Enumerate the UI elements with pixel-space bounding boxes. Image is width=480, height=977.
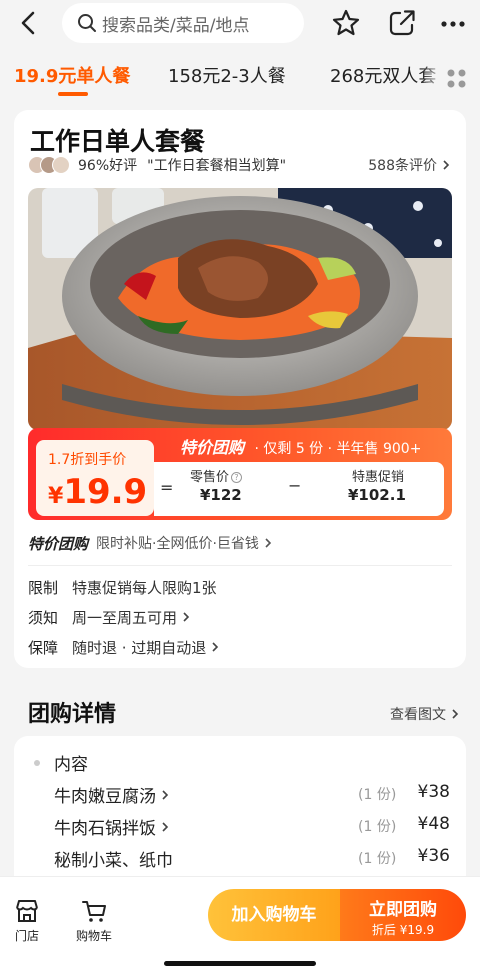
bullet-dot <box>34 759 40 766</box>
add-to-cart-button[interactable]: 加入购物车 <box>208 889 340 941</box>
retail-price: ¥122 <box>200 486 242 504</box>
chevron-right-icon <box>452 709 459 719</box>
info-value: 随时退 · 过期自动退 <box>72 638 207 657</box>
list-item[interactable]: 牛肉嫩豆腐汤 (1 份) ¥38 <box>54 782 450 807</box>
good-rate: 96%好评 <box>78 158 138 174</box>
review-quote: "工作日套餐相当划算" <box>147 158 287 174</box>
package-tabs: 19.9元单人餐 158元2-3人餐 268元双人套 <box>0 52 480 98</box>
chevron-right-icon <box>183 612 190 622</box>
buy-now-button[interactable]: 立即团购 折后 ¥19.9 <box>340 889 466 941</box>
chevron-right-icon <box>212 642 219 652</box>
deal-title: 工作日单人套餐 <box>30 127 206 156</box>
food-photo[interactable] <box>28 188 452 430</box>
tejia-brand: 特价团购 <box>28 534 89 553</box>
top-nav: 搜索品类/菜品/地点 <box>0 0 480 46</box>
store-label: 门店 <box>14 929 39 943</box>
list-item: 秘制小菜、纸巾 (1 份) ¥36 <box>54 846 450 871</box>
list-item[interactable]: 牛肉石锅拌饭 (1 份) ¥48 <box>54 814 450 839</box>
star-icon[interactable] <box>330 7 362 39</box>
search-placeholder: 搜索品类/菜品/地点 <box>102 15 250 36</box>
price-breakdown: = 零售价? ¥122 − 特惠促销 ¥102.1 <box>154 462 444 516</box>
info-value: 特惠促销每人限购1张 <box>72 578 217 597</box>
help-icon[interactable]: ? <box>231 472 243 483</box>
half-year-sales: 半年售 900+ <box>336 441 422 457</box>
more-dots-icon[interactable] <box>438 9 468 39</box>
item-price: ¥36 <box>417 846 450 866</box>
deal-card: 工作日单人套餐 96%好评 "工作日套餐相当划算" 588条评价 特价团购 · … <box>14 110 466 668</box>
promo-value: ¥102.1 <box>348 486 406 504</box>
banner-top: 特价团购 · 仅剩 5 份 · 半年售 900+ <box>180 434 421 458</box>
item-name-wrap: 牛肉石锅拌饭 <box>54 814 171 839</box>
buy-now-price: 折后 ¥19.9 <box>371 923 435 937</box>
details-card: 内容 牛肉嫩豆腐汤 (1 份) ¥38 牛肉石锅拌饭 (1 份) ¥48 秘制小… <box>14 736 466 896</box>
active-tab-indicator <box>58 92 88 96</box>
grid-icon[interactable] <box>446 68 468 90</box>
section-title-details: 团购详情 <box>28 702 117 727</box>
review-count: 588条评价 <box>368 158 437 174</box>
item-name: 牛肉嫩豆腐汤 <box>54 787 156 807</box>
final-price: ¥19.9 <box>48 472 147 512</box>
minus-sign: − <box>288 476 302 495</box>
cart-icon <box>82 901 106 922</box>
currency-symbol: ¥ <box>48 484 64 509</box>
store-button[interactable]: 门店 <box>10 897 44 944</box>
item-name: 牛肉石锅拌饭 <box>54 819 156 839</box>
divider <box>28 565 452 566</box>
view-pics-link[interactable]: 查看图文 <box>390 704 461 724</box>
buy-now-label: 立即团购 <box>369 900 437 920</box>
item-name-wrap: 牛肉嫩豆腐汤 <box>54 782 171 807</box>
equals-sign: = <box>160 478 174 497</box>
item-qty: (1 份) <box>358 787 397 803</box>
info-label: 限制 <box>28 578 59 597</box>
info-row-guarantee[interactable]: 保障 随时退 · 过期自动退 <box>28 636 221 658</box>
item-qty: (1 份) <box>358 819 397 835</box>
tejia-text: 限时补贴·全网低价·巨省钱 <box>96 533 274 553</box>
item-price: ¥38 <box>417 782 450 802</box>
item-price: ¥48 <box>417 814 450 834</box>
info-value-wrap: 随时退 · 过期自动退 <box>72 637 221 658</box>
tab-single-meal[interactable]: 19.9元单人餐 <box>14 62 130 88</box>
promo-label: 特惠促销 <box>352 470 405 485</box>
final-price-value: 19.9 <box>63 472 148 512</box>
share-icon[interactable] <box>386 7 418 39</box>
retail-label-text: 零售价 <box>190 470 230 485</box>
chevron-right-icon <box>162 789 169 800</box>
search-icon <box>78 14 96 32</box>
view-pics-label: 查看图文 <box>390 707 446 723</box>
content-heading: 内容 <box>34 750 88 775</box>
cart-label: 购物车 <box>75 929 112 943</box>
tejia-row[interactable]: 特价团购 限时补贴·全网低价·巨省钱 <box>28 532 274 554</box>
home-indicator <box>164 961 316 966</box>
chevron-right-icon <box>162 821 169 832</box>
info-label: 须知 <box>28 608 59 627</box>
final-price-box: 1.7折到手价 ¥19.9 <box>36 440 154 516</box>
remaining-stock: · 仅剩 5 份 · <box>254 441 333 457</box>
price-banner[interactable]: 特价团购 · 仅剩 5 份 · 半年售 900+ 1.7折到手价 ¥19.9 =… <box>28 428 452 520</box>
store-icon <box>16 900 38 922</box>
chevron-left-icon[interactable] <box>14 8 44 38</box>
review-count-link[interactable]: 588条评价 <box>368 155 452 175</box>
content-label: 内容 <box>54 755 88 775</box>
item-qty: (1 份) <box>358 851 397 867</box>
reviews-row[interactable]: 96%好评 "工作日套餐相当划算" 588条评价 <box>28 154 452 176</box>
info-value-wrap: 周一至周五可用 <box>72 607 192 628</box>
tab-2-3-person-meal[interactable]: 158元2-3人餐 <box>168 62 286 88</box>
info-row-notice[interactable]: 须知 周一至周五可用 <box>28 606 192 628</box>
tejia-desc: 限时补贴·全网低价·巨省钱 <box>96 536 259 552</box>
bottom-action-bar: 门店 购物车 加入购物车 立即团购 折后 ¥19.9 <box>0 876 480 977</box>
reviewer-avatars <box>28 156 70 174</box>
avatar <box>52 156 70 174</box>
chevron-right-icon <box>443 160 450 170</box>
cart-button[interactable]: 购物车 <box>72 897 116 944</box>
tab-double-meal[interactable]: 268元双人套 <box>330 62 436 88</box>
info-row-limit: 限制 特惠促销每人限购1张 <box>28 576 217 598</box>
banner-brand: 特价团购 <box>180 438 245 457</box>
retail-price-label: 零售价? <box>190 466 243 485</box>
info-value: 周一至周五可用 <box>72 608 178 627</box>
discount-label: 1.7折到手价 <box>48 452 127 468</box>
info-label: 保障 <box>28 638 59 657</box>
search-input[interactable]: 搜索品类/菜品/地点 <box>62 3 304 43</box>
item-name: 秘制小菜、纸巾 <box>54 851 173 871</box>
chevron-right-icon <box>265 538 272 548</box>
